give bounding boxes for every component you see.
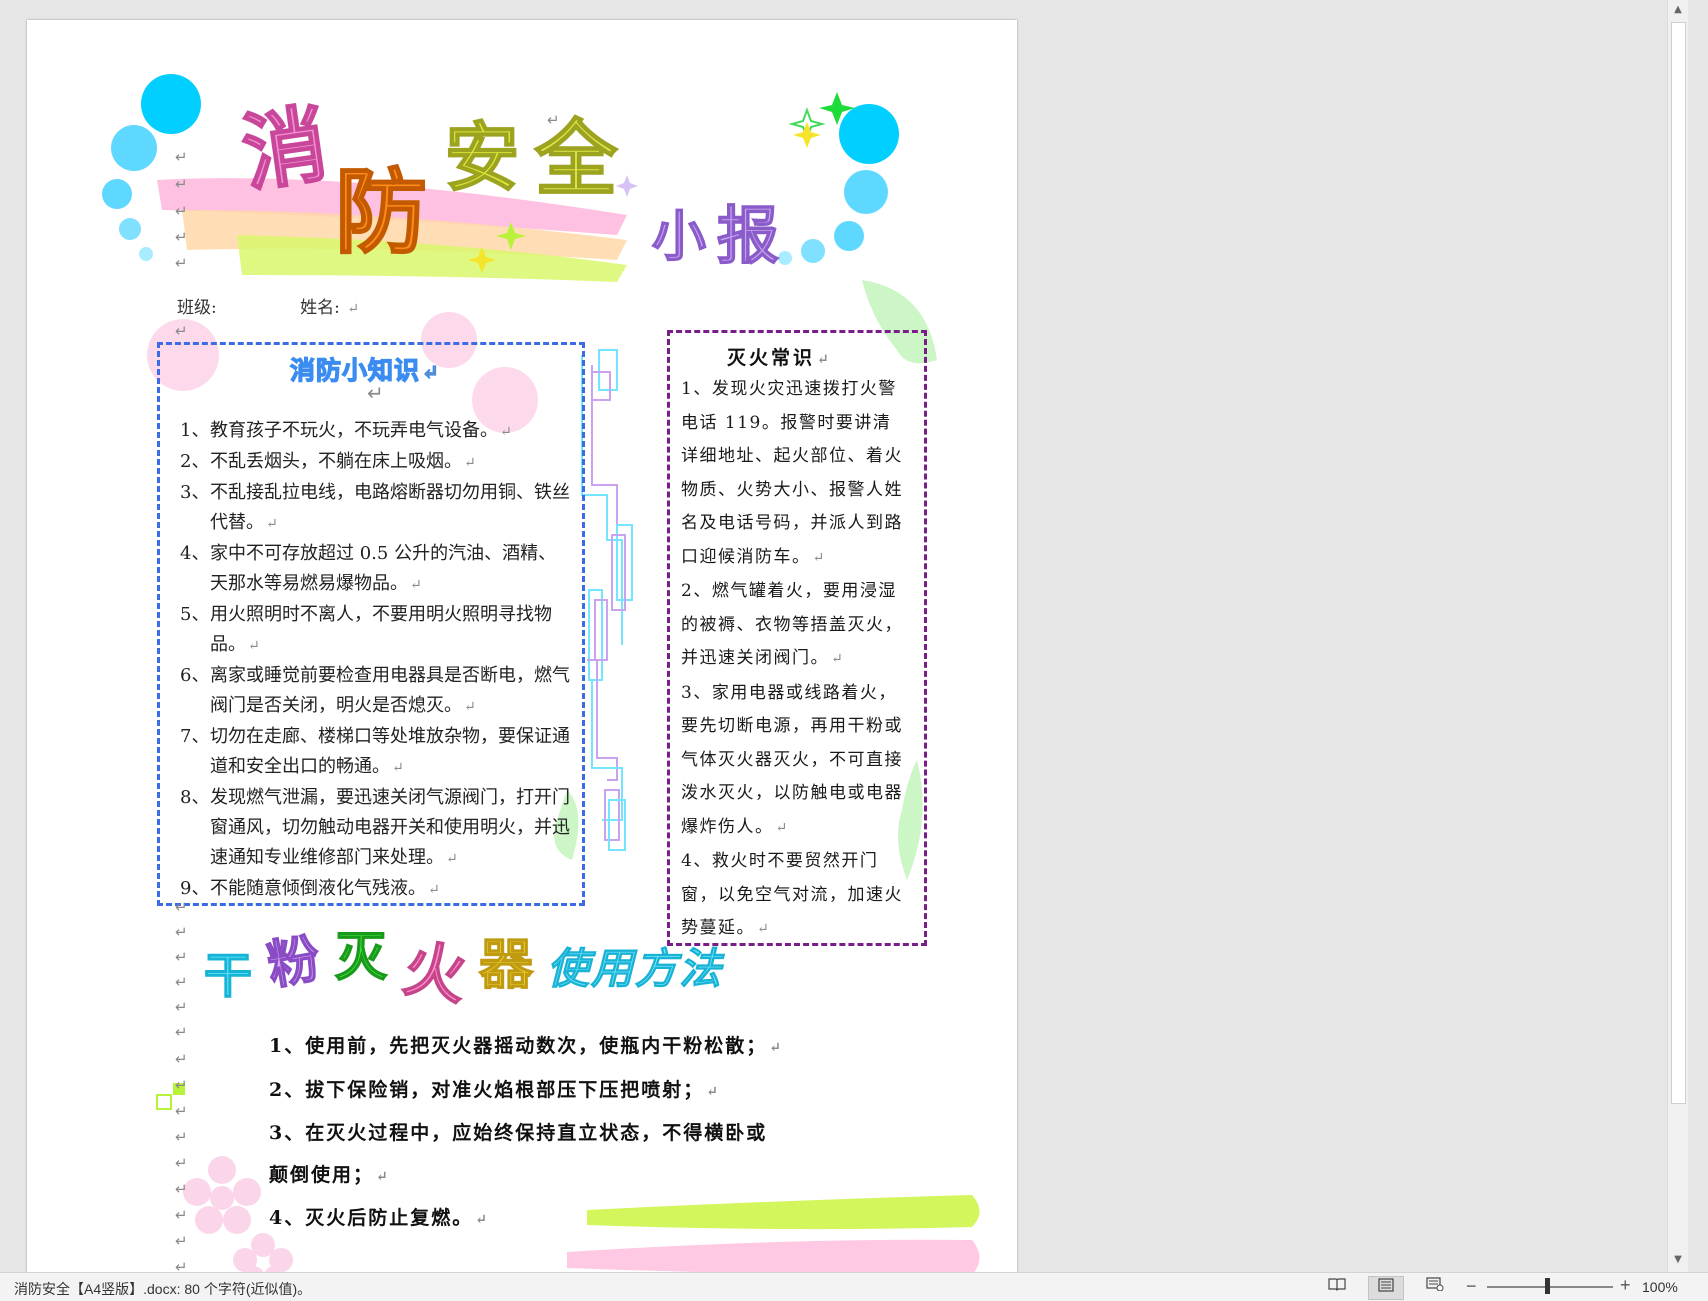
list-item: 1、发现火灾迅速拨打火警电话 119。报警时要讲清详细地址、起火部位、着火物质、… (681, 379, 903, 567)
zoom-out-button[interactable]: − (1466, 1276, 1477, 1297)
list-item: 6、 离家或睡觉前要检查用电器具是否断电，燃气阀门是否关闭，明火是否熄灭。 ↵ (180, 665, 570, 716)
paragraph-mark: ↵ (175, 1102, 188, 1120)
decor-circle (801, 239, 825, 263)
decor-circle (834, 221, 864, 251)
list-item: 1、 教育孩子不玩火，不玩弄电气设备。 ↵ (180, 420, 512, 441)
list-item: 9、 不能随意倾倒液化气残液。 ↵ (180, 878, 440, 899)
usage-step: 1、使用前，先把灭火器摇动数次，使瓶内干粉松散； ↵ (269, 1035, 783, 1057)
knowledge-heading: 消防小知识 ↵ (289, 355, 440, 385)
paragraph-mark: ↵ (175, 175, 188, 193)
paragraph-mark: ↵ (175, 1076, 188, 1094)
paragraph-mark: ↵ (175, 1180, 188, 1198)
paragraph-mark: ↵ (175, 1023, 188, 1041)
title-char: 安 (444, 114, 520, 202)
document-page[interactable]: 消 防 安 全 小 报 ↵ ↵ ↵ ↵ ↵ ↵ ↵ 班级: 姓名: ↵ 消防小知… (27, 20, 1017, 1272)
decor-circle (778, 251, 792, 265)
paragraph-mark: ↵ (347, 301, 360, 317)
paragraph-mark: ↵ (175, 1050, 188, 1068)
paragraph-mark: ↵ (175, 202, 188, 220)
zoom-slider-thumb[interactable] (1545, 1278, 1550, 1294)
paragraph-mark: ↵ (175, 1154, 188, 1172)
vertical-scrollbar[interactable]: ▲ ▼ (1667, 0, 1688, 1272)
list-item: 4、救火时不要贸然开门窗，以免空气对流，加速火势蔓延。 ↵ (681, 851, 903, 938)
usage-heading-char: 干 (203, 947, 253, 1005)
list-item: 3、 不乱接乱拉电线，电路熔断器切勿用铜、铁丝代替。 ↵ (180, 482, 570, 533)
usage-step: 2、拔下保险销，对准火焰根部压下压把喷射； ↵ (269, 1078, 720, 1101)
title-sub-char: 报 (716, 198, 780, 273)
scroll-down-icon[interactable]: ▼ (1672, 1254, 1684, 1266)
scroll-up-icon[interactable]: ▲ (1672, 4, 1684, 16)
zoom-level[interactable]: 100% (1642, 1279, 1678, 1295)
decor-circle (844, 170, 888, 214)
name-label: 姓名: (300, 298, 340, 318)
paragraph-mark: ↵ (175, 973, 188, 991)
decor-circle (102, 179, 132, 209)
list-item: 3、家用电器或线路着火，要先切断电源，再用干粉或气体灭火器灭火，不可直接泼水灭火… (681, 682, 903, 837)
zoom-in-button[interactable]: + (1620, 1275, 1631, 1296)
list-item: 2、 不乱丢烟头，不躺在床上吸烟。 ↵ (180, 451, 476, 472)
paragraph-mark: ↵ (175, 228, 188, 246)
usage-steps: 1、使用前，先把灭火器摇动数次，使瓶内干粉松散； ↵ 2、拔下保险销，对准火焰根部… (269, 1026, 849, 1242)
paragraph-mark: ↵ (175, 148, 188, 166)
document-info: 消防安全【A4竖版】.docx: 80 个字符(近似值)。 (14, 1281, 312, 1297)
status-bar: 消防安全【A4竖版】.docx: 80 个字符(近似值)。 − + 100% (0, 1272, 1708, 1301)
knowledge-list: 1、 教育孩子不玩火，不玩弄电气设备。 ↵ 2、 不乱丢烟头，不躺在床上吸烟。 ↵ 3、… (180, 416, 572, 905)
paragraph-mark: ↵ (175, 1206, 188, 1224)
paragraph-mark: ↵ (175, 254, 188, 272)
decor-circle (839, 104, 899, 164)
class-label: 班级: (177, 298, 217, 318)
decor-circle (119, 218, 141, 240)
list-item: 7、 切勿在走廊、楼梯口等处堆放杂物，要保证通道和安全出口的畅通。 ↵ (180, 726, 570, 777)
title-char: 消 (235, 93, 334, 205)
decor-circle (139, 247, 153, 261)
web-layout-icon[interactable] (1418, 1276, 1452, 1298)
paragraph-mark: ↵ (547, 111, 560, 129)
class-name-line: 班级: 姓名: ↵ (177, 293, 359, 318)
extinguish-heading: 灭火常识 ↵ (727, 347, 832, 369)
read-mode-icon[interactable] (1320, 1276, 1354, 1298)
extinguish-list: 1、发现火灾迅速拨打火警电话 119。报警时要讲清详细地址、起火部位、着火物质、… (681, 373, 909, 947)
title-char: 防 (334, 157, 428, 267)
paragraph-mark: ↵ (175, 923, 188, 941)
print-layout-icon[interactable] (1368, 1276, 1404, 1300)
paragraph-mark: ↵ (175, 322, 188, 340)
flower-icon (183, 1156, 261, 1234)
paragraph-mark: ↵ (175, 898, 188, 916)
decor-circle (141, 74, 201, 134)
scrollbar-thumb[interactable] (1671, 22, 1686, 1104)
usage-heading-char: 器 (478, 931, 534, 997)
usage-heading-rest: 使用方法 (546, 944, 724, 994)
paragraph-mark: ↵ (175, 1258, 188, 1273)
paragraph-mark: ↵ (175, 948, 188, 966)
star-icon (616, 175, 638, 197)
paragraph-mark: ↵ (175, 998, 188, 1016)
usage-step: 颠倒使用； ↵ (269, 1163, 390, 1186)
paragraph-mark: ↵ (175, 1128, 188, 1146)
title-sub-char: 小 (651, 203, 707, 269)
list-item: 5、 用火照明时不离人，不要用明火照明寻找物品。 ↵ (180, 604, 552, 655)
list-item: 2、燃气罐着火，要用浸湿的被褥、衣物等捂盖灭火，并迅速关闭阀门。 ↵ (681, 581, 903, 668)
zoom-slider[interactable] (1487, 1286, 1613, 1288)
list-item: 4、 家中不可存放超过 0.5 公升的汽油、酒精、天那水等易燃易爆物品。 ↵ (180, 543, 557, 594)
document-workspace[interactable]: 消 防 安 全 小 报 ↵ ↵ ↵ ↵ ↵ ↵ ↵ 班级: 姓名: ↵ 消防小知… (0, 0, 1688, 1272)
paragraph-mark: ↵ (367, 381, 384, 405)
title-char: 全 (534, 110, 618, 208)
usage-heading-char: 灭 (334, 926, 388, 989)
decor-circle (111, 125, 157, 171)
paragraph-mark: ↵ (175, 1232, 188, 1250)
usage-step: 4、灭火后防止复燃。 ↵ (269, 1207, 489, 1229)
usage-step: 3、在灭火过程中，应始终保持直立状态，不得横卧或 (269, 1122, 768, 1144)
list-item: 8、 发现燃气泄漏，要迅速关闭气源阀门，打开门窗通风，切勿触动电器开关和使用明火，… (180, 787, 570, 868)
